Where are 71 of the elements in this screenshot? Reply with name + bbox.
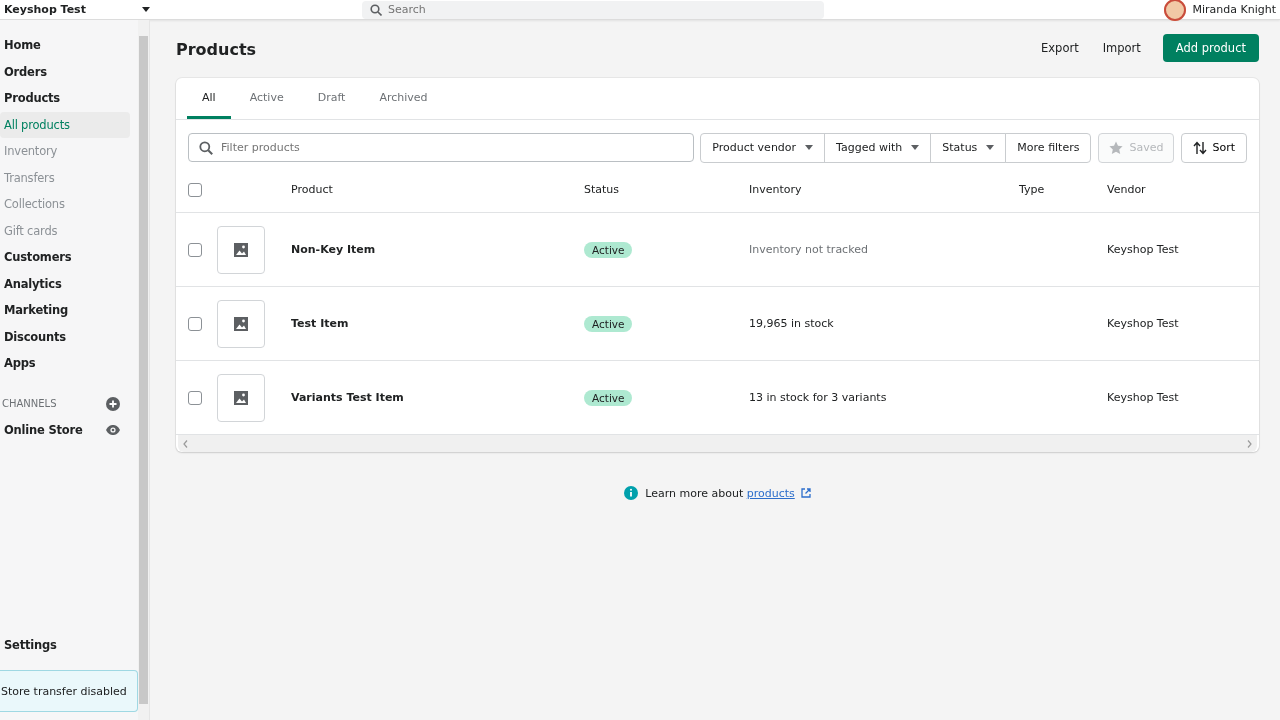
caret-icon [141, 6, 150, 13]
section-heading: CHANNELS [2, 398, 57, 409]
add-icon[interactable] [106, 396, 120, 411]
checkbox[interactable] [188, 242, 202, 257]
eye-icon[interactable] [106, 424, 120, 435]
image-icon [233, 389, 249, 406]
page-title: Products [176, 38, 257, 59]
nav-item[interactable]: Orders [0, 58, 138, 85]
column-header: Vendor [1107, 183, 1146, 196]
info-icon [624, 486, 639, 500]
checkbox[interactable] [188, 316, 202, 331]
nav-item[interactable]: Discounts [0, 323, 138, 350]
nav-item[interactable]: Online Store [0, 416, 87, 443]
table-cell: Keyshop Test [1107, 317, 1179, 330]
checkbox[interactable] [188, 182, 202, 197]
nav-item[interactable]: Settings [0, 631, 138, 658]
help-text: Learn more about products [645, 486, 795, 500]
products-link[interactable]: products [746, 486, 795, 500]
tab[interactable]: Draft [302, 78, 361, 119]
nav-item[interactable]: Marketing [0, 297, 138, 324]
tab[interactable]: All [187, 78, 231, 119]
filter-dropdown[interactable]: Product vendor [700, 132, 826, 163]
star-icon [1109, 140, 1124, 155]
table-cell: Keyshop Test [1107, 391, 1179, 404]
store-name[interactable]: Keyshop Test [4, 3, 86, 16]
inventory-text: 19,965 in stock [749, 317, 834, 330]
image-icon [233, 315, 249, 332]
external-link-icon [800, 488, 811, 498]
action-button[interactable]: Export [1031, 35, 1089, 61]
nav-item[interactable]: Customers [0, 244, 138, 271]
search-field[interactable]: Search [361, 0, 824, 19]
caret-icon [805, 145, 814, 150]
column-header: Status [584, 183, 620, 196]
filter-field[interactable]: Filter products [188, 133, 695, 162]
filter-dropdown[interactable]: Status [930, 132, 1007, 163]
inventory-text: Inventory not tracked [749, 243, 868, 256]
product-name[interactable]: Non-Key Item [291, 243, 376, 256]
chevron-right-icon [1247, 439, 1252, 448]
product-name[interactable]: Test Item [291, 317, 349, 330]
tab[interactable]: Archived [364, 78, 443, 119]
chevron-left-icon [183, 439, 188, 448]
inventory-text: 13 in stock for 3 variants [749, 391, 887, 404]
scrollbar[interactable] [178, 435, 1257, 452]
column-header: Inventory [749, 183, 802, 196]
tab[interactable]: Active [234, 78, 299, 119]
caret-icon [911, 145, 920, 150]
status-badge: Active [584, 241, 633, 258]
status-badge: Active [584, 389, 633, 406]
column-header: Type [1019, 183, 1045, 196]
nav-item[interactable]: Home [0, 32, 138, 59]
sort-icon [1193, 140, 1208, 155]
image-icon [233, 241, 249, 258]
nav-subitem[interactable]: All products [0, 111, 130, 138]
avatar-icon [1164, 0, 1187, 21]
nav-item[interactable]: Apps [0, 350, 138, 377]
action-button[interactable]: Import [1092, 35, 1151, 61]
banner: Store transfer disabled [0, 670, 138, 712]
nav-item[interactable]: Analytics [0, 270, 138, 297]
table-cell: Keyshop Test [1107, 243, 1179, 256]
user-name[interactable]: Miranda Knight [1192, 3, 1276, 16]
caret-icon [986, 145, 995, 150]
nav-item[interactable]: Products [0, 85, 138, 112]
add-product-button[interactable]: Add product [1162, 34, 1259, 62]
filter-dropdown[interactable]: Tagged with [824, 132, 932, 163]
product-name[interactable]: Variants Test Item [291, 391, 404, 404]
sort-button[interactable]: Sort [1181, 132, 1247, 163]
more-filters-button[interactable]: More filters [1005, 132, 1092, 163]
checkbox[interactable] [188, 390, 202, 405]
status-badge: Active [584, 315, 633, 332]
scrollbar[interactable] [138, 20, 150, 720]
column-header: Product [291, 183, 333, 196]
